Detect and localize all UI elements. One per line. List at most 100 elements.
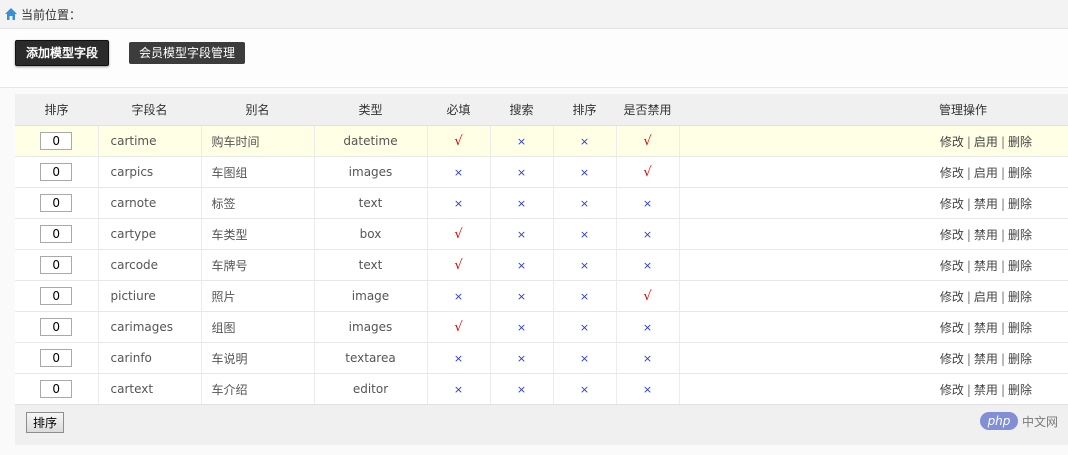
delete-link[interactable]: 删除 xyxy=(1008,352,1032,366)
field-name: carpics xyxy=(98,156,202,188)
fields-table: 排序 字段名 别名 类型 必填 搜索 排序 是否禁用 管理操作 cartime购… xyxy=(15,94,1068,405)
toggle-link[interactable]: 启用 xyxy=(974,166,998,180)
order-input[interactable] xyxy=(40,225,73,243)
edit-link[interactable]: 修改 xyxy=(940,259,964,273)
tab-member-model-field-manage[interactable]: 会员模型字段管理 xyxy=(129,42,246,64)
sort-mark[interactable]: × xyxy=(580,321,589,334)
disabled-mark[interactable]: √ xyxy=(643,134,651,149)
edit-link[interactable]: 修改 xyxy=(940,321,964,335)
watermark-text: 中文网 xyxy=(1021,414,1058,429)
order-cell xyxy=(15,187,99,219)
edit-link[interactable]: 修改 xyxy=(940,166,964,180)
sort-mark[interactable]: × xyxy=(580,166,589,179)
disabled-mark[interactable]: × xyxy=(643,352,652,365)
delete-link[interactable]: 删除 xyxy=(1008,383,1032,397)
disabled-mark[interactable]: × xyxy=(643,228,652,241)
sort-button[interactable]: 排序 xyxy=(26,412,65,433)
delete-link[interactable]: 删除 xyxy=(1008,166,1032,180)
order-input[interactable] xyxy=(40,287,73,305)
search-cell: × xyxy=(490,156,554,188)
order-cell xyxy=(15,280,99,312)
sort-mark[interactable]: × xyxy=(580,352,589,365)
required-cell: × xyxy=(427,373,491,405)
edit-link[interactable]: 修改 xyxy=(940,135,964,149)
delete-link[interactable]: 删除 xyxy=(1008,135,1032,149)
order-cell xyxy=(15,156,99,188)
table-row: carpics车图组images×××√修改|启用|删除 xyxy=(15,156,1068,188)
disabled-mark[interactable]: × xyxy=(643,197,652,210)
toggle-link[interactable]: 禁用 xyxy=(974,383,998,397)
field-name: cartype xyxy=(98,218,202,250)
disabled-mark[interactable]: √ xyxy=(643,165,651,180)
breadcrumb-label: 当前位置： xyxy=(21,7,82,22)
edit-link[interactable]: 修改 xyxy=(940,228,964,242)
required-mark[interactable]: √ xyxy=(454,258,462,273)
search-mark[interactable]: × xyxy=(517,135,526,148)
disabled-mark[interactable]: √ xyxy=(643,289,651,304)
search-mark[interactable]: × xyxy=(517,321,526,334)
search-mark[interactable]: × xyxy=(517,383,526,396)
delete-link[interactable]: 删除 xyxy=(1008,197,1032,211)
toggle-link[interactable]: 禁用 xyxy=(974,259,998,273)
order-input[interactable] xyxy=(40,256,73,274)
main-panel: 添加模型字段 会员模型字段管理 排序 字段名 别名 类型 必填 搜索 排序 是否… xyxy=(0,29,1068,455)
toggle-link[interactable]: 禁用 xyxy=(974,228,998,242)
toggle-link[interactable]: 禁用 xyxy=(974,197,998,211)
toggle-link[interactable]: 启用 xyxy=(974,290,998,304)
sort-mark[interactable]: × xyxy=(580,135,589,148)
sort-mark[interactable]: × xyxy=(580,259,589,272)
toggle-link[interactable]: 禁用 xyxy=(974,321,998,335)
required-mark[interactable]: × xyxy=(454,197,463,210)
search-mark[interactable]: × xyxy=(517,197,526,210)
home-icon[interactable] xyxy=(4,7,18,21)
disabled-mark[interactable]: × xyxy=(643,321,652,334)
delete-link[interactable]: 删除 xyxy=(1008,228,1032,242)
action-separator: | xyxy=(966,227,971,242)
order-input[interactable] xyxy=(40,318,73,336)
required-mark[interactable]: √ xyxy=(454,320,462,335)
disabled-mark[interactable]: × xyxy=(643,259,652,272)
order-input[interactable] xyxy=(40,163,73,181)
required-mark[interactable]: × xyxy=(454,383,463,396)
required-mark[interactable]: × xyxy=(454,290,463,303)
sort-cell: × xyxy=(553,187,617,219)
field-alias: 车介绍 xyxy=(201,373,315,405)
table-footer: 排序 xyxy=(15,404,1068,445)
field-type: datetime xyxy=(314,125,428,157)
search-mark[interactable]: × xyxy=(517,259,526,272)
action-separator: | xyxy=(1000,134,1005,149)
disabled-mark[interactable]: × xyxy=(643,383,652,396)
required-mark[interactable]: √ xyxy=(454,227,462,242)
tab-add-model-field[interactable]: 添加模型字段 xyxy=(15,40,110,66)
search-mark[interactable]: × xyxy=(517,352,526,365)
sort-cell: × xyxy=(553,249,617,281)
edit-link[interactable]: 修改 xyxy=(940,197,964,211)
edit-link[interactable]: 修改 xyxy=(940,290,964,304)
required-mark[interactable]: × xyxy=(454,352,463,365)
order-input[interactable] xyxy=(40,132,73,150)
required-mark[interactable]: × xyxy=(454,166,463,179)
action-separator: | xyxy=(966,382,971,397)
delete-link[interactable]: 删除 xyxy=(1008,259,1032,273)
edit-link[interactable]: 修改 xyxy=(940,383,964,397)
sort-mark[interactable]: × xyxy=(580,290,589,303)
order-input[interactable] xyxy=(40,349,73,367)
order-input[interactable] xyxy=(40,380,73,398)
sort-cell: × xyxy=(553,311,617,343)
sort-mark[interactable]: × xyxy=(580,228,589,241)
sort-mark[interactable]: × xyxy=(580,197,589,210)
field-alias: 车图组 xyxy=(201,156,315,188)
search-mark[interactable]: × xyxy=(517,290,526,303)
delete-link[interactable]: 删除 xyxy=(1008,321,1032,335)
search-mark[interactable]: × xyxy=(517,228,526,241)
search-mark[interactable]: × xyxy=(517,166,526,179)
toggle-link[interactable]: 禁用 xyxy=(974,352,998,366)
required-mark[interactable]: √ xyxy=(454,134,462,149)
delete-link[interactable]: 删除 xyxy=(1008,290,1032,304)
required-cell: × xyxy=(427,187,491,219)
order-input[interactable] xyxy=(40,194,73,212)
table-row: cartext车介绍editor××××修改|禁用|删除 xyxy=(15,373,1068,405)
sort-mark[interactable]: × xyxy=(580,383,589,396)
edit-link[interactable]: 修改 xyxy=(940,352,964,366)
toggle-link[interactable]: 启用 xyxy=(974,135,998,149)
